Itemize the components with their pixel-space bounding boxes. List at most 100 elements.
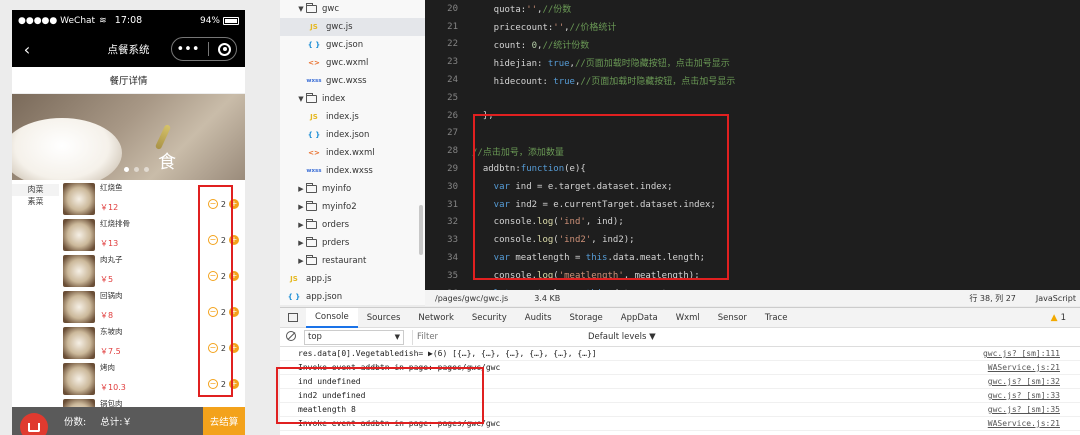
- code-token: quota:: [472, 5, 527, 16]
- code-token: log: [537, 217, 554, 228]
- cart-icon[interactable]: [20, 413, 48, 435]
- plus-button[interactable]: +: [229, 343, 239, 353]
- close-target-icon[interactable]: [218, 42, 232, 56]
- log-levels-dropdown[interactable]: Default levels ▼: [588, 332, 656, 342]
- plus-button[interactable]: +: [229, 199, 239, 209]
- tab-sensor[interactable]: Sensor: [709, 308, 756, 328]
- carousel-dot[interactable]: [134, 167, 139, 172]
- tab-storage[interactable]: Storage: [561, 308, 612, 328]
- tab-network[interactable]: Network: [409, 308, 463, 328]
- line-number: 27: [447, 128, 458, 139]
- dish-item: 回锅肉 ￥8 −2 +: [59, 288, 245, 324]
- folder-item[interactable]: ▶ prders: [280, 234, 425, 252]
- carousel-dot[interactable]: [144, 167, 149, 172]
- warning-indicator[interactable]: ▲ 1: [1051, 313, 1066, 323]
- log-source-link[interactable]: gwc.js? [sm]:32: [988, 377, 1060, 386]
- chevron-right-icon[interactable]: ▶: [296, 203, 306, 211]
- file-name: gwc.json: [326, 40, 364, 50]
- minus-button[interactable]: −: [207, 199, 218, 209]
- folder-item[interactable]: ▶ orders: [280, 216, 425, 234]
- tab-audits[interactable]: Audits: [516, 308, 561, 328]
- code-text: var ind2 = e.currentTarget.dataset.index…: [472, 200, 716, 210]
- file-item[interactable]: { } index.json: [280, 126, 425, 144]
- chevron-down-icon[interactable]: ▼: [296, 5, 306, 13]
- log-message: Invoke event addbtn in page: pages/gwc/g…: [298, 419, 501, 428]
- capsule-menu[interactable]: •••: [171, 37, 237, 61]
- tab-wxml[interactable]: Wxml: [667, 308, 709, 328]
- file-item[interactable]: { } gwc.json: [280, 36, 425, 54]
- folder-item[interactable]: ▶ myinfo: [280, 180, 425, 198]
- dish-name: 红烧排骨: [100, 219, 130, 228]
- plus-button[interactable]: +: [229, 235, 239, 245]
- carousel-dot[interactable]: [124, 167, 129, 172]
- file-explorer-scrollbar[interactable]: [419, 205, 423, 255]
- line-number: 21: [447, 21, 458, 32]
- minus-button[interactable]: −: [207, 307, 218, 317]
- dish-item: 东坡肉 ￥7.5 −2 +: [59, 324, 245, 360]
- code-token: //价格统计: [569, 23, 617, 34]
- plus-button[interactable]: +: [229, 271, 239, 281]
- code-text: },: [472, 111, 494, 121]
- code-text: var meatlength = this.data.meat.length;: [472, 253, 705, 263]
- chevron-down-icon[interactable]: ▼: [296, 95, 306, 103]
- tab-trace[interactable]: Trace: [756, 308, 797, 328]
- checkout-button[interactable]: 去结算: [203, 407, 245, 435]
- context-select[interactable]: top ▼: [304, 329, 404, 345]
- minus-button[interactable]: −: [207, 271, 218, 281]
- tab-appdata[interactable]: AppData: [612, 308, 667, 328]
- file-item[interactable]: JS index.js: [280, 108, 425, 126]
- cursor-position[interactable]: 行 38, 列 27: [969, 293, 1016, 304]
- code-token: (e){: [564, 164, 586, 175]
- file-item[interactable]: wxss index.wxss: [280, 162, 425, 180]
- category-item[interactable]: 肉菜: [12, 184, 59, 196]
- dish-thumbnail: [63, 363, 95, 395]
- file-item[interactable]: <> gwc.wxml: [280, 54, 425, 72]
- minus-button[interactable]: −: [207, 379, 218, 389]
- code-line: 25: [425, 89, 1080, 107]
- code-text: //点击加号，添加数量: [472, 145, 564, 158]
- tab-security[interactable]: Security: [463, 308, 516, 328]
- folder-item[interactable]: ▼ gwc: [280, 0, 425, 18]
- folder-item[interactable]: ▶ restaurant: [280, 252, 425, 270]
- minus-button[interactable]: −: [207, 343, 218, 353]
- banner-carousel[interactable]: 食: [12, 94, 245, 180]
- log-source-link[interactable]: WAService.js:21: [988, 363, 1060, 372]
- dish-name: 回锅肉: [100, 291, 123, 300]
- plus-button[interactable]: +: [229, 307, 239, 317]
- line-number: 34: [447, 253, 458, 264]
- file-item[interactable]: JS gwc.js: [280, 18, 425, 36]
- console-log-row: Invoke event addbtn in page: pages/gwc/g…: [280, 417, 1080, 431]
- file-item[interactable]: { } app.json: [280, 288, 425, 306]
- plus-button[interactable]: +: [229, 379, 239, 389]
- log-source-link[interactable]: gwc.js? [sm]:35: [988, 405, 1060, 414]
- more-icon[interactable]: •••: [176, 42, 199, 57]
- code-token: log: [537, 270, 554, 281]
- chevron-right-icon[interactable]: ▶: [296, 239, 306, 247]
- tab-console[interactable]: Console: [306, 307, 358, 328]
- chevron-right-icon[interactable]: ▶: [296, 221, 306, 229]
- quantity-count: 2: [220, 271, 226, 281]
- folder-item[interactable]: ▶ myinfo2: [280, 198, 425, 216]
- console-filter-input[interactable]: [412, 329, 582, 345]
- clear-console-button[interactable]: [280, 330, 302, 344]
- chevron-right-icon[interactable]: ▶: [296, 257, 306, 265]
- log-source-link[interactable]: WAService.js:21: [988, 419, 1060, 428]
- file-item[interactable]: wxss gwc.wxss: [280, 72, 425, 90]
- language-mode[interactable]: JavaScript: [1036, 294, 1076, 303]
- code-line: 27: [425, 125, 1080, 143]
- chevron-right-icon[interactable]: ▶: [296, 185, 306, 193]
- folder-item[interactable]: ▼ index: [280, 90, 425, 108]
- minus-button[interactable]: −: [207, 235, 218, 245]
- log-source-link[interactable]: gwc.js? [sm]:111: [983, 349, 1060, 358]
- line-number: 24: [447, 75, 458, 86]
- code-editor[interactable]: 20 quota:'',//份数 21 pricecount:'',//价格统计 2…: [425, 0, 1080, 290]
- file-item[interactable]: JS app.js: [280, 270, 425, 288]
- code-line: 34 var meatlength = this.data.meat.lengt…: [425, 249, 1080, 267]
- file-item[interactable]: <> index.wxml: [280, 144, 425, 162]
- tab-sources[interactable]: Sources: [358, 308, 410, 328]
- line-number: 29: [447, 164, 458, 175]
- back-arrow-icon[interactable]: ‹: [12, 40, 36, 59]
- log-source-link[interactable]: gwc.js? [sm]:33: [988, 391, 1060, 400]
- inspect-element-button[interactable]: [280, 313, 306, 322]
- category-item[interactable]: 素菜: [12, 196, 59, 208]
